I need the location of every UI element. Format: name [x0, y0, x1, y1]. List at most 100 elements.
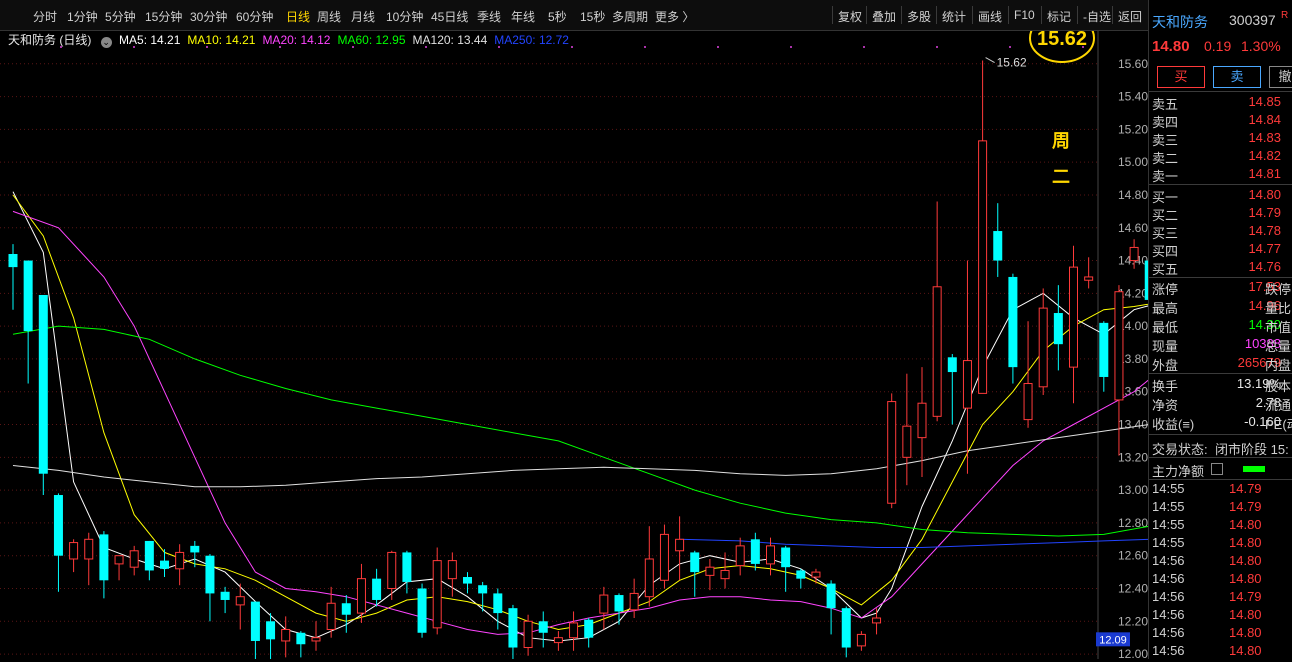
- bid-row: 买五 14.76: [1149, 259, 1292, 277]
- ma-line-ma60: [12, 325, 1241, 537]
- tick-price: 14.80: [1229, 643, 1262, 658]
- toolbar-button-1[interactable]: 叠加: [872, 8, 896, 25]
- period-tab-8[interactable]: 月线: [351, 8, 375, 25]
- bid-price[interactable]: 14.80: [1248, 187, 1281, 202]
- toolbar-button-4[interactable]: 画线: [978, 8, 1002, 25]
- period-tab-1[interactable]: 1分钟: [67, 8, 98, 25]
- toolbar-button-5[interactable]: F10: [1014, 8, 1035, 22]
- chart-canvas[interactable]: 15.6015.4015.2015.0014.8014.6014.4014.20…: [0, 13, 1241, 661]
- candle-body: [1099, 322, 1109, 377]
- candle-body: [523, 620, 533, 649]
- peak-price-label: 15.62: [997, 56, 1027, 70]
- candle-body: [372, 578, 382, 600]
- period-tab-13[interactable]: 5秒: [548, 8, 567, 25]
- candlestick-chart[interactable]: 15.6015.4015.2015.0014.8014.6014.4014.20…: [0, 13, 1241, 661]
- period-tab-12[interactable]: 年线: [511, 8, 535, 25]
- ma-legend-item: MA120: 13.44: [412, 33, 488, 47]
- stat-label-2: PE(动: [1265, 417, 1292, 432]
- period-tab-15[interactable]: 多周期: [612, 8, 648, 25]
- toolbar-button-7[interactable]: -自选: [1083, 8, 1111, 25]
- ask-label: 卖五: [1152, 97, 1179, 112]
- candle-body: [841, 608, 851, 648]
- candle-body: [114, 555, 124, 565]
- ask-price[interactable]: 14.84: [1248, 112, 1281, 127]
- period-tab-14[interactable]: 15秒: [580, 8, 605, 25]
- stock-name[interactable]: 天和防务: [1152, 12, 1208, 32]
- candle-body: [508, 608, 518, 648]
- period-tab-4[interactable]: 30分钟: [190, 8, 227, 25]
- candle-body: [493, 593, 503, 614]
- tick-price: 14.80: [1229, 535, 1262, 550]
- tick-price: 14.80: [1229, 517, 1262, 532]
- period-tab-7[interactable]: 周线: [317, 8, 341, 25]
- candle-body: [1084, 276, 1094, 281]
- ma-legend-item: MA20: 14.12: [262, 33, 331, 47]
- period-tab-6[interactable]: 日线: [286, 8, 310, 25]
- divider: [1149, 277, 1292, 278]
- candle-body: [872, 617, 882, 624]
- period-tab-0[interactable]: 分时: [33, 8, 57, 25]
- candle-body: [8, 253, 18, 268]
- candle-body: [341, 603, 351, 615]
- toolbar-button-8[interactable]: 返回: [1118, 8, 1142, 25]
- ma-line-ma20: [12, 210, 1241, 635]
- candle-body: [266, 621, 276, 640]
- top-marker-dot: [863, 46, 865, 48]
- candle-body: [659, 533, 669, 581]
- toolbar-button-2[interactable]: 多股: [907, 8, 931, 25]
- tick-time: 14:55: [1152, 499, 1185, 514]
- trade-status: 交易状态: 闭市阶段 15:: [1149, 439, 1292, 457]
- ma-legend-item: MA10: 14.21: [187, 33, 256, 47]
- candle-body: [1008, 276, 1018, 368]
- candle-body: [99, 534, 109, 581]
- candle-body: [856, 633, 866, 647]
- bid-row: 买二 14.79: [1149, 205, 1292, 223]
- net-flow-menu-icon[interactable]: [1211, 463, 1223, 475]
- stat-label: 收益(≡): [1152, 417, 1195, 432]
- period-tab-11[interactable]: 季线: [477, 8, 501, 25]
- candle-body: [235, 596, 245, 606]
- y-tick-label: 12.40: [1118, 581, 1148, 595]
- stat-label-2: 市值: [1265, 320, 1292, 335]
- candle-body: [932, 286, 942, 417]
- period-tab-2[interactable]: 5分钟: [105, 8, 136, 25]
- toolbar-button-3[interactable]: 统计: [942, 8, 966, 25]
- period-tab-16[interactable]: 更多 〉: [655, 8, 694, 25]
- period-tab-10[interactable]: 45日线: [431, 8, 468, 25]
- legend-toggle-icon[interactable]: ⌄: [100, 37, 112, 48]
- period-tab-3[interactable]: 15分钟: [145, 8, 182, 25]
- ask-row: 卖四 14.84: [1149, 112, 1292, 130]
- ask-price[interactable]: 14.81: [1248, 166, 1281, 181]
- stat-label: 现量: [1152, 339, 1179, 354]
- candle-body: [993, 231, 1003, 261]
- tick-row: 14:56 14.80: [1149, 643, 1292, 659]
- divider: [1149, 479, 1292, 480]
- tick-row: 14:55 14.79: [1149, 481, 1292, 499]
- period-tab-9[interactable]: 10分钟: [386, 8, 423, 25]
- toolbar-button-6[interactable]: 标记: [1047, 8, 1071, 25]
- y-tick-label: 15.40: [1118, 90, 1148, 104]
- sell-button[interactable]: 卖: [1213, 66, 1261, 88]
- candle-body: [1069, 266, 1078, 368]
- stat-label: 净资: [1152, 398, 1179, 413]
- ask-price[interactable]: 14.82: [1248, 148, 1281, 163]
- bid-price[interactable]: 14.79: [1248, 205, 1281, 220]
- ask-price[interactable]: 14.83: [1248, 130, 1281, 145]
- candle-body: [250, 601, 260, 641]
- toolbar-separator: [936, 6, 937, 24]
- legend-stock-name: 天和防务 (日线): [8, 33, 92, 47]
- period-tab-5[interactable]: 60分钟: [236, 8, 273, 25]
- bid-price[interactable]: 14.77: [1248, 241, 1281, 256]
- ask-price[interactable]: 14.85: [1248, 94, 1281, 109]
- stat-row: 收益(≡)-0.160PE(动: [1149, 414, 1292, 432]
- cancel-order-button[interactable]: 撤: [1269, 66, 1292, 88]
- y-tick-label: 13.40: [1118, 418, 1148, 432]
- divider: [1149, 184, 1292, 185]
- stat-row: 最高 14.96 量比: [1149, 298, 1292, 316]
- ma-legend-item: MA60: 12.95: [337, 33, 406, 47]
- bid-price[interactable]: 14.78: [1248, 223, 1281, 238]
- toolbar-button-0[interactable]: 复权: [838, 8, 862, 25]
- buy-button[interactable]: 买: [1157, 66, 1205, 88]
- bid-price[interactable]: 14.76: [1248, 259, 1281, 274]
- ask-row: 卖五 14.85: [1149, 94, 1292, 112]
